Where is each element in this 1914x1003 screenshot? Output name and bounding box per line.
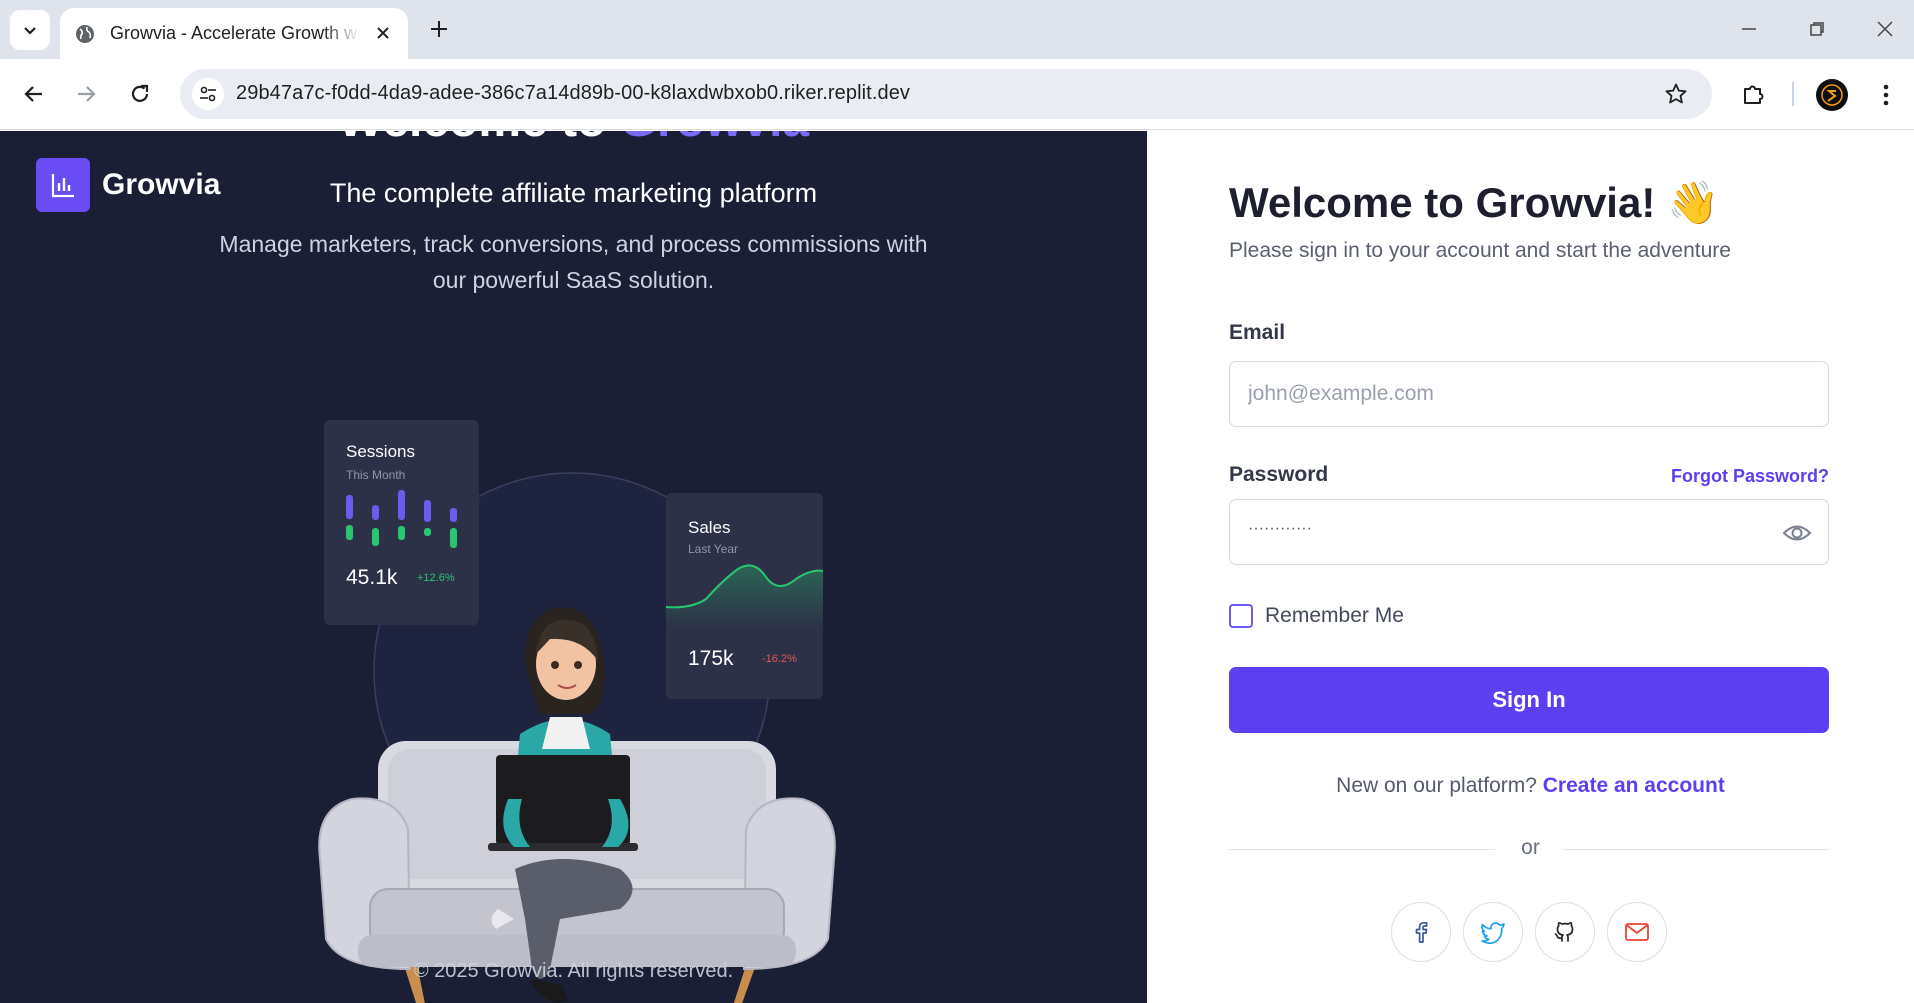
sales-value: 175k <box>688 647 734 670</box>
login-panel: Welcome to Growvia! 👋 Please sign in to … <box>1147 131 1914 1003</box>
hero-panel: Welcome to Growvia Growvia The complete … <box>0 131 1147 1003</box>
twitter-icon <box>1481 922 1505 944</box>
sessions-change: +12.6% <box>417 572 455 584</box>
minimize-icon <box>1742 28 1756 30</box>
minimize-button[interactable] <box>1734 14 1764 44</box>
sessions-card: Sessions This Month 45.1k +12.6% <box>324 420 479 625</box>
remember-me-checkbox[interactable] <box>1229 604 1253 628</box>
sales-card: Sales Last Year 175k -16.2% <box>666 493 823 699</box>
password-input[interactable]: ············ <box>1248 520 1312 538</box>
tab-title: Growvia - Accelerate Growth with Affilia… <box>110 23 360 43</box>
sessions-value: 45.1k <box>346 566 398 589</box>
close-window-button[interactable] <box>1870 14 1900 44</box>
waving-hand-emoji: 👋 <box>1667 179 1720 226</box>
login-subtitle: Please sign in to your account and start… <box>1229 239 1731 262</box>
more-vertical-icon <box>1883 84 1889 106</box>
chevron-down-icon <box>24 27 36 35</box>
login-title-text: Welcome to Growvia! <box>1229 179 1656 226</box>
sessions-title: Sessions <box>346 442 415 461</box>
sessions-subtitle: This Month <box>346 468 406 482</box>
hero-title-accent: Growvia <box>620 131 809 147</box>
hero-description: Manage marketers, track conversions, and… <box>219 231 928 293</box>
back-button[interactable] <box>16 76 52 112</box>
facebook-icon <box>1415 921 1428 943</box>
profile-logo-icon <box>1821 84 1843 106</box>
password-label: Password <box>1229 463 1329 486</box>
site-info-button[interactable] <box>192 78 224 110</box>
sessions-bars <box>346 490 457 548</box>
restore-icon <box>1810 22 1824 36</box>
or-divider-text: or <box>1521 836 1540 859</box>
copyright-footer: © 2025 Growvia. All rights reserved. <box>413 960 734 982</box>
remember-me-label[interactable]: Remember Me <box>1265 604 1404 628</box>
github-login-button[interactable] <box>1535 902 1595 962</box>
twitter-login-button[interactable] <box>1463 902 1523 962</box>
bookmark-star-icon[interactable] <box>1664 82 1688 106</box>
email-field[interactable] <box>1229 361 1829 427</box>
email-label: Email <box>1229 321 1286 344</box>
address-bar[interactable]: 29b47a7c-f0dd-4da9-adee-386c7a14d89b-00-… <box>180 69 1712 119</box>
new-tab-button[interactable] <box>424 14 454 44</box>
browser-tab-bar: Growvia - Accelerate Growth with Affilia… <box>0 0 1914 59</box>
sales-change: -16.2% <box>762 653 797 665</box>
password-field[interactable]: ············ <box>1229 499 1829 565</box>
browser-toolbar: 29b47a7c-f0dd-4da9-adee-386c7a14d89b-00-… <box>0 59 1914 130</box>
email-login-button[interactable] <box>1607 902 1667 962</box>
github-icon <box>1554 921 1574 942</box>
new-account-text: New on our platform? <box>1336 774 1537 797</box>
globe-icon <box>76 24 94 43</box>
reload-icon <box>131 84 149 102</box>
login-title: Welcome to Growvia! 👋 <box>1229 179 1719 228</box>
new-account-prompt: New on our platform? Create an account <box>1147 774 1914 798</box>
mail-icon <box>1625 923 1649 941</box>
sales-title: Sales <box>688 518 731 537</box>
create-account-link[interactable]: Create an account <box>1543 774 1725 797</box>
reload-button[interactable] <box>122 76 158 112</box>
remember-me[interactable]: Remember Me <box>1229 604 1404 628</box>
url-text[interactable]: 29b47a7c-f0dd-4da9-adee-386c7a14d89b-00-… <box>236 82 910 105</box>
arrow-right-icon <box>78 86 96 102</box>
hero-subtitle: The complete affiliate marketing platfor… <box>329 178 818 208</box>
email-input[interactable] <box>1230 362 1828 426</box>
tune-icon <box>200 86 216 102</box>
profile-avatar[interactable] <box>1816 79 1848 111</box>
divider-right <box>1563 849 1829 850</box>
sign-in-button[interactable]: Sign In <box>1229 667 1829 733</box>
arrow-left-icon <box>24 86 42 102</box>
tab-search-button[interactable] <box>10 10 50 50</box>
close-icon <box>377 27 389 39</box>
browser-menu-button[interactable] <box>1870 79 1902 111</box>
eye-icon[interactable] <box>1782 520 1812 546</box>
restore-button[interactable] <box>1802 14 1832 44</box>
browser-tab[interactable]: Growvia - Accelerate Growth with Affilia… <box>60 8 408 59</box>
sales-subtitle: Last Year <box>688 542 739 556</box>
tab-close-button[interactable] <box>372 22 394 44</box>
toolbar-separator <box>1792 82 1794 106</box>
hero-title-prefix: Welcome to <box>338 131 620 147</box>
plus-icon <box>431 21 447 37</box>
extensions-button[interactable] <box>1736 76 1772 112</box>
facebook-login-button[interactable] <box>1391 902 1451 962</box>
puzzle-icon <box>1744 85 1764 104</box>
hero-title: Welcome to Growvia <box>0 131 1147 148</box>
sales-sparkline <box>666 564 823 629</box>
close-icon <box>1877 21 1893 37</box>
forward-button[interactable] <box>68 76 104 112</box>
forgot-password-link[interactable]: Forgot Password? <box>1671 466 1829 487</box>
